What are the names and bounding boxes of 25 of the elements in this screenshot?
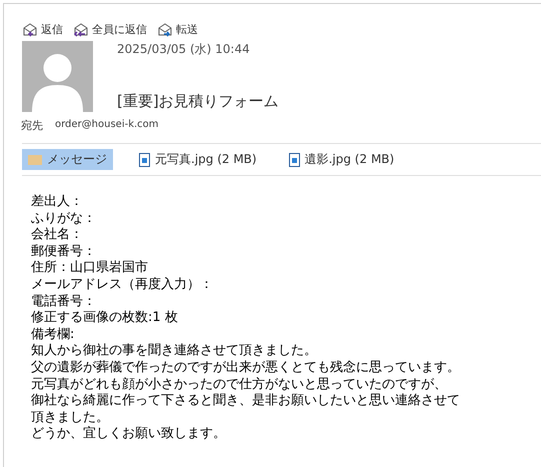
body-text-line: メールアドレス（再度入力）：: [31, 276, 213, 294]
body-text-line: ふりがな：: [31, 210, 96, 227]
attachment-tab[interactable]: メッセージ: [22, 149, 113, 170]
body-text-line: 御社なら綺麗に作って下さると聞き、是非お願いしたいと思い連絡させて: [31, 393, 460, 410]
body-text-line: 父の遺影が葬儀で作ったのですが出来が悪くとても残念に思っています。: [31, 360, 460, 377]
body-text-line: 電話番号：: [31, 294, 96, 310]
message-date: 2025/03/05 (水) 10:44: [117, 41, 251, 58]
body-text-line: 修正する画像の枚数:1 枚: [31, 310, 178, 327]
toolbar-button[interactable]: 全員に返信: [71, 22, 149, 37]
recipient-address: order@housei-k.com: [55, 119, 159, 132]
body-text-line: 会社名：: [31, 227, 83, 244]
toolbar-button[interactable]: 返信: [20, 22, 65, 37]
body-text-line: 備考欄:: [31, 326, 74, 344]
body-text-line: 住所：山口県岩国市: [31, 260, 148, 277]
body-text-line: 差出人：: [31, 194, 83, 211]
message-subject: [重要]お見積りフォーム: [117, 92, 279, 112]
body-text-line: 知人から御社の事を聞き連絡させて頂きました。: [31, 343, 317, 360]
attachment-tab[interactable]: 遺影.jpg (2 MB): [282, 149, 400, 170]
body-text-line: 元写真がどれも顔が小さかったので仕方がないと思っていたのですが、: [31, 376, 447, 393]
attachment-tab[interactable]: 元写真.jpg (2 MB): [133, 149, 263, 170]
body-text-line: 頂きました。: [31, 410, 109, 426]
toolbar-button[interactable]: 転送: [155, 22, 200, 37]
body-text-line: 郵便番号：: [31, 244, 96, 260]
body-text-line: どうか、宜しくお願い致します。: [31, 426, 226, 443]
recipient-label: 宛先: [21, 118, 43, 133]
